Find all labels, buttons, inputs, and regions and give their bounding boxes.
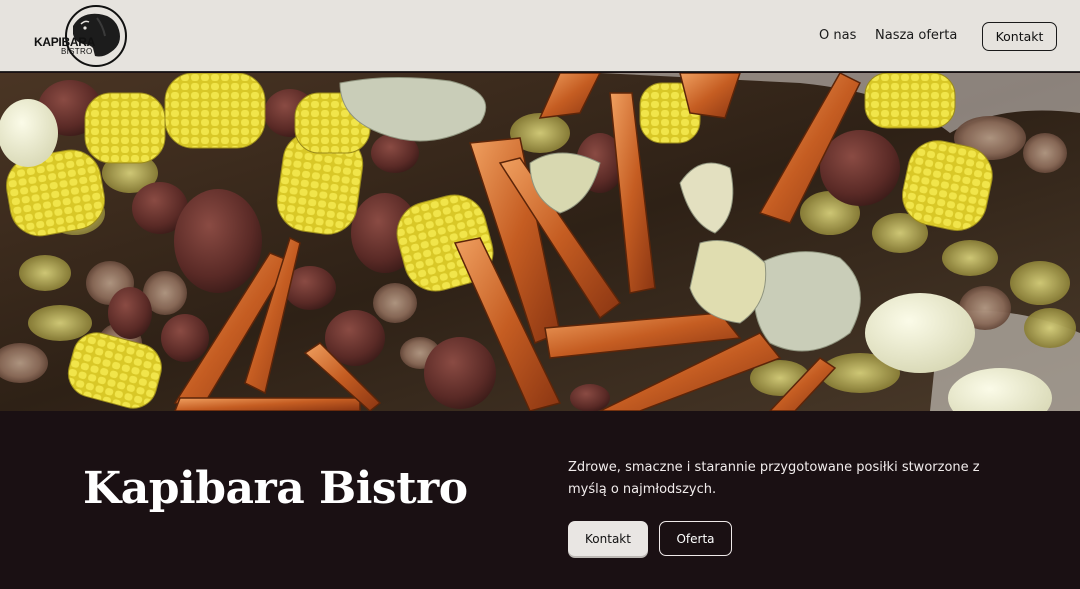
hero-image bbox=[0, 73, 1080, 411]
seafood-boil-image bbox=[0, 73, 1080, 411]
contact-button[interactable]: Kontakt bbox=[568, 521, 648, 556]
nav-link-o-nas[interactable]: O nas bbox=[819, 28, 856, 43]
logo[interactable]: KAPIBARA BISTRO bbox=[33, 4, 128, 68]
site-header: KAPIBARA BISTRO O nas Nasza oferta Konta… bbox=[0, 0, 1080, 72]
logo-subtitle: BISTRO bbox=[61, 47, 93, 56]
page-title: Kapibara Bistro bbox=[83, 463, 468, 514]
header-contact-button[interactable]: Kontakt bbox=[982, 22, 1057, 51]
tagline: Zdrowe, smaczne i starannie przygotowane… bbox=[568, 460, 980, 497]
nav-link-nasza-oferta[interactable]: Nasza oferta bbox=[875, 28, 957, 43]
hero-content: Kapibara Bistro Zdrowe, smaczne i staran… bbox=[0, 411, 1080, 589]
offer-button[interactable]: Oferta bbox=[659, 521, 732, 556]
